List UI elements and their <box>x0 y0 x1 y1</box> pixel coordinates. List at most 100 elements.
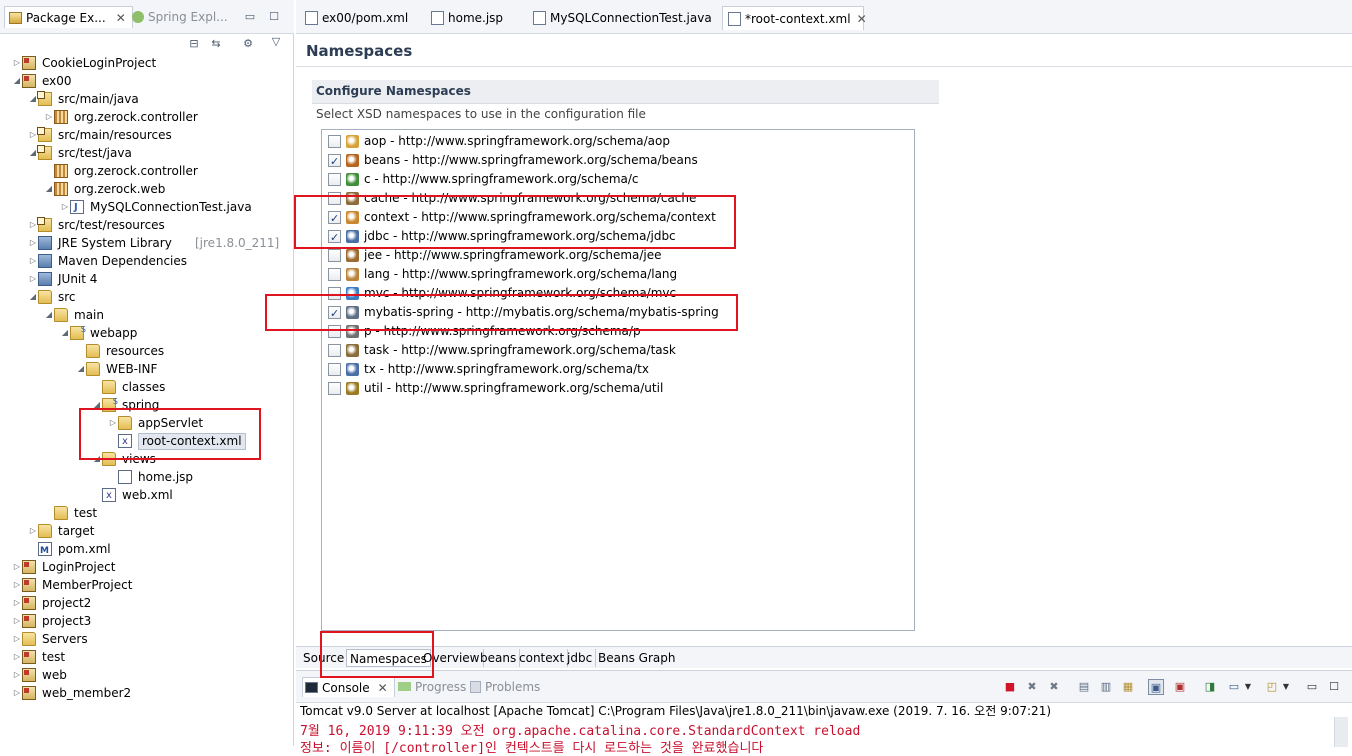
expand-arrow-icon[interactable]: ▷ <box>12 666 22 684</box>
checkbox-unchecked[interactable] <box>328 325 341 338</box>
tree-item[interactable]: root-context.xml <box>0 432 290 451</box>
tree-item[interactable]: ▷ LoginProject <box>0 558 290 576</box>
collapse-arrow-icon[interactable]: ◢ <box>92 396 102 414</box>
tree-item[interactable]: ◢ WEB-INF <box>0 360 290 378</box>
tab-package-explorer[interactable]: Package Ex... ✕ <box>4 6 133 28</box>
tree-item[interactable]: ▷ web_member2 <box>0 684 290 702</box>
checkbox-unchecked[interactable] <box>328 192 341 205</box>
checkbox-checked[interactable] <box>328 152 341 171</box>
close-icon[interactable]: ✕ <box>116 11 126 25</box>
expand-arrow-icon[interactable]: ▷ <box>12 558 22 576</box>
tree-item[interactable]: home.jsp <box>0 468 290 486</box>
tree-item[interactable]: ▷ JUnit 4 <box>0 270 290 288</box>
checkbox-unchecked[interactable] <box>328 135 341 148</box>
minimize-icon[interactable]: ▭ <box>1304 679 1320 695</box>
tree-item[interactable]: pom.xml <box>0 540 290 560</box>
tree-item[interactable]: ▷ org.zerock.controller <box>0 108 290 126</box>
collapse-arrow-icon[interactable]: ◢ <box>76 360 86 378</box>
tree-item[interactable]: ◢ main <box>0 306 290 324</box>
expand-arrow-icon[interactable]: ▷ <box>28 252 38 270</box>
scroll-lock-icon[interactable]: ▥ <box>1098 679 1114 695</box>
tree-item[interactable]: ▷ JRE System Library [jre1.8.0_211] <box>0 234 290 252</box>
tree-item[interactable]: ▷ test <box>0 648 290 666</box>
tab-beans-graph[interactable]: Beans Graph <box>595 649 678 667</box>
tree-item[interactable]: ◢ ex00 <box>0 72 290 90</box>
link-with-editor-icon[interactable]: ⇆ <box>208 36 224 52</box>
expand-arrow-icon[interactable]: ▷ <box>12 630 22 648</box>
clear-console-icon[interactable]: ▤ <box>1076 679 1092 695</box>
minimize-icon[interactable]: ▭ <box>242 9 258 25</box>
expand-arrow-icon[interactable]: ▷ <box>28 234 38 252</box>
expand-arrow-icon[interactable]: ▷ <box>44 108 54 126</box>
editor-tab-home-jsp[interactable]: home.jsp <box>426 6 526 30</box>
tree-item[interactable]: ▷ project2 <box>0 594 290 612</box>
view-menu-filter-icon[interactable]: ⚙ <box>240 36 256 52</box>
collapse-arrow-icon[interactable]: ◢ <box>60 324 70 342</box>
tree-item[interactable]: ◢ spring <box>0 393 290 414</box>
expand-arrow-icon[interactable]: ▷ <box>12 612 22 630</box>
expand-arrow-icon[interactable]: ▷ <box>60 198 70 216</box>
tab-beans[interactable]: beans <box>477 649 521 667</box>
remove-launch-icon[interactable]: ✖ <box>1024 679 1040 695</box>
expand-arrow-icon[interactable]: ▷ <box>12 54 22 72</box>
editor-tab-pom[interactable]: ex00/pom.xml <box>300 6 424 30</box>
expand-arrow-icon[interactable]: ▷ <box>28 522 38 540</box>
checkbox-checked[interactable] <box>328 209 341 228</box>
maximize-icon[interactable]: ☐ <box>1326 679 1342 695</box>
tree-item[interactable]: ▷ Maven Dependencies <box>0 252 290 270</box>
editor-tab-root-context[interactable]: *root-context.xml ✕ <box>722 6 867 30</box>
checkbox-unchecked[interactable] <box>328 173 341 186</box>
chevron-down-icon[interactable]: ▼ <box>1278 679 1294 695</box>
show-console-on-error-icon[interactable]: ▣ <box>1172 679 1188 695</box>
remove-all-terminated-icon[interactable]: ✖ <box>1046 679 1062 695</box>
maximize-icon[interactable]: ☐ <box>266 9 282 25</box>
collapse-arrow-icon[interactable]: ◢ <box>44 180 54 198</box>
tab-problems[interactable]: Problems <box>470 677 540 697</box>
tree-item[interactable]: ▷ web <box>0 666 290 684</box>
tab-spring-explorer[interactable]: Spring Expl... <box>132 6 228 28</box>
tree-item[interactable]: resources <box>0 342 290 360</box>
checkbox-checked[interactable] <box>328 304 341 323</box>
expand-arrow-icon[interactable]: ▷ <box>12 648 22 666</box>
close-icon[interactable]: ✕ <box>857 12 867 26</box>
tab-source[interactable]: Source <box>300 649 349 667</box>
tree-item[interactable]: ◢ org.zerock.web <box>0 180 290 198</box>
tree-item[interactable]: ▷ src/main/resources <box>0 126 290 144</box>
tree-item[interactable]: classes <box>0 378 290 396</box>
close-icon[interactable]: ✕ <box>378 681 388 695</box>
collapse-arrow-icon[interactable]: ◢ <box>44 306 54 324</box>
expand-arrow-icon[interactable]: ▷ <box>28 270 38 288</box>
pin-console-icon[interactable]: ◨ <box>1202 679 1218 695</box>
tab-namespaces[interactable]: Namespaces <box>346 649 431 667</box>
word-wrap-icon[interactable]: ▦ <box>1120 679 1136 695</box>
collapse-all-icon[interactable]: ⊟ <box>186 36 202 52</box>
expand-arrow-icon[interactable]: ▷ <box>12 684 22 702</box>
tree-item[interactable]: ▷ MySQLConnectionTest.java <box>0 198 290 217</box>
checkbox-unchecked[interactable] <box>328 382 341 395</box>
tab-overview[interactable]: Overview <box>420 649 484 667</box>
tree-item[interactable]: org.zerock.controller <box>0 162 290 180</box>
tab-console[interactable]: Console ✕ <box>302 677 395 697</box>
tree-item[interactable]: ◢ src <box>0 288 290 306</box>
show-console-on-output-icon[interactable]: ▣ <box>1148 679 1164 695</box>
checkbox-checked[interactable] <box>328 228 341 247</box>
tree-item[interactable]: ◢ views <box>0 450 290 468</box>
tree-item[interactable]: ▷ project3 <box>0 612 290 630</box>
tree-item[interactable]: ▷ MemberProject <box>0 576 290 594</box>
checkbox-unchecked[interactable] <box>328 344 341 357</box>
collapse-arrow-icon[interactable]: ◢ <box>92 450 102 468</box>
tab-context[interactable]: context <box>516 649 569 667</box>
tree-item[interactable]: ◢ webapp <box>0 321 290 342</box>
expand-arrow-icon[interactable]: ▷ <box>12 594 22 612</box>
checkbox-unchecked[interactable] <box>328 249 341 262</box>
editor-tab-mysql-test[interactable]: MySQLConnectionTest.java <box>528 6 720 30</box>
tree-item[interactable]: ▷ CookieLoginProject <box>0 54 290 72</box>
chevron-down-icon[interactable]: ▼ <box>1240 679 1256 695</box>
checkbox-unchecked[interactable] <box>328 363 341 376</box>
checkbox-unchecked[interactable] <box>328 268 341 281</box>
checkbox-unchecked[interactable] <box>328 287 341 300</box>
expand-arrow-icon[interactable]: ▷ <box>12 576 22 594</box>
tab-jdbc[interactable]: jdbc <box>564 649 597 667</box>
tree-item[interactable]: ▷ Servers <box>0 630 290 648</box>
tab-progress[interactable]: Progress <box>398 677 466 697</box>
